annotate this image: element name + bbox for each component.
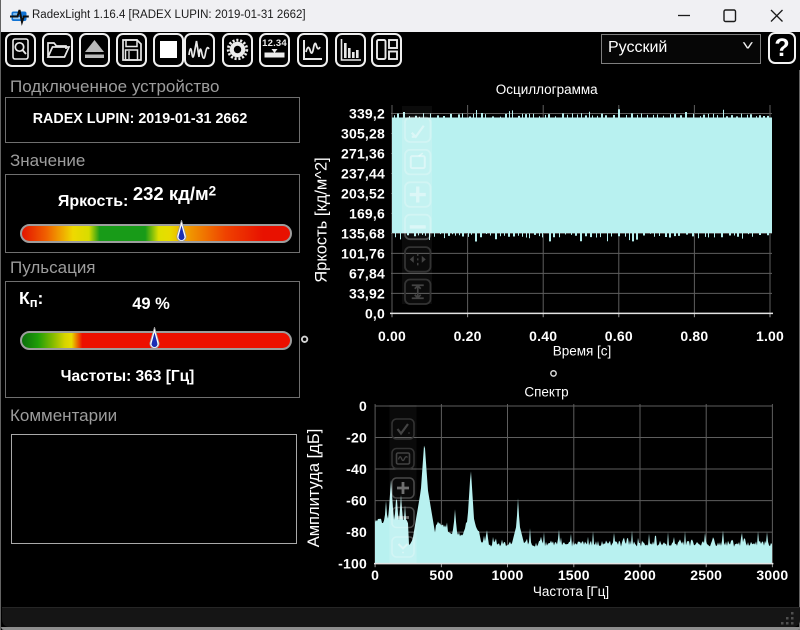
svg-text:0.80: 0.80 — [680, 328, 708, 344]
svg-text:-40: -40 — [346, 461, 367, 477]
svg-text:1000: 1000 — [492, 567, 524, 583]
svg-text:Амплитуда [дБ]: Амплитуда [дБ] — [305, 429, 323, 548]
svg-text:1.00: 1.00 — [756, 328, 784, 344]
svg-text:0.20: 0.20 — [454, 328, 482, 344]
svg-text:Яркость [кд/м^2]: Яркость [кд/м^2] — [313, 157, 331, 283]
svg-text:1500: 1500 — [558, 567, 590, 583]
svg-text:-60: -60 — [346, 493, 367, 509]
svg-text:271,36: 271,36 — [341, 146, 385, 162]
svg-text:169,6: 169,6 — [349, 205, 385, 221]
svg-text:2000: 2000 — [624, 567, 656, 583]
svg-text:339,2: 339,2 — [349, 106, 385, 122]
svg-text:-20: -20 — [346, 430, 367, 446]
svg-text:Осциллограмма: Осциллограмма — [496, 82, 598, 97]
svg-text:500: 500 — [429, 567, 453, 583]
svg-text:12.34: 12.34 — [262, 38, 287, 49]
svg-text:0,0: 0,0 — [365, 305, 385, 321]
svg-text:Частота [Гц]: Частота [Гц] — [533, 584, 609, 599]
svg-text:Спектр: Спектр — [524, 385, 568, 400]
svg-text:0.40: 0.40 — [529, 328, 557, 344]
svg-text:-80: -80 — [346, 524, 367, 540]
svg-text:33,92: 33,92 — [349, 285, 385, 301]
svg-text:2500: 2500 — [690, 567, 722, 583]
svg-text:0: 0 — [359, 398, 367, 414]
svg-text:-100: -100 — [338, 556, 367, 572]
svg-text:135,68: 135,68 — [341, 225, 385, 241]
svg-text:101,76: 101,76 — [341, 245, 385, 261]
svg-text:Время [с]: Время [с] — [553, 344, 612, 359]
svg-text:305,28: 305,28 — [341, 126, 385, 142]
svg-text:0.00: 0.00 — [378, 328, 406, 344]
svg-text:0.60: 0.60 — [605, 328, 633, 344]
svg-text:3000: 3000 — [756, 567, 788, 583]
svg-text:0: 0 — [371, 567, 379, 583]
svg-text:203,52: 203,52 — [341, 186, 385, 202]
svg-text:237,44: 237,44 — [341, 166, 385, 182]
svg-text:67,84: 67,84 — [349, 265, 385, 281]
